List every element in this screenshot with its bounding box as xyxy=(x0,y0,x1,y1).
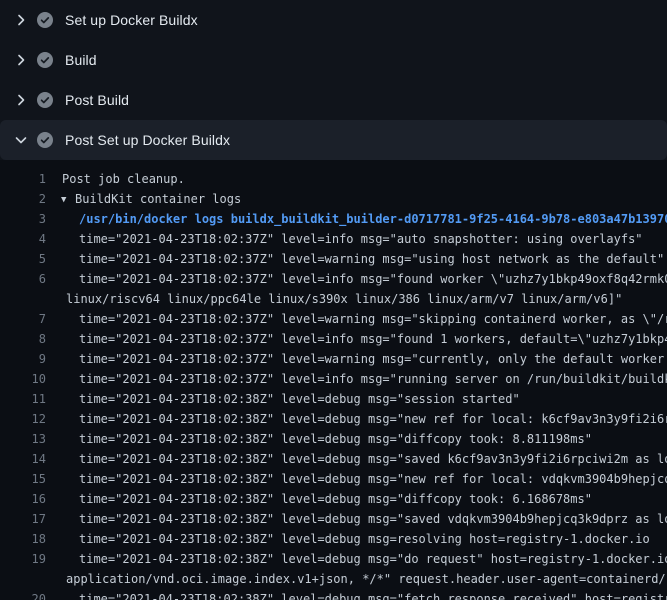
step-label: Post Build xyxy=(65,92,129,108)
line-number[interactable] xyxy=(0,289,46,309)
line-number[interactable]: 1 xyxy=(0,169,46,189)
log-text: time="2021-04-23T18:02:37Z" level=info m… xyxy=(79,229,643,249)
log-line: 15 time="2021-04-23T18:02:38Z" level=deb… xyxy=(0,469,667,489)
line-number[interactable]: 16 xyxy=(0,489,46,509)
chevron-down-icon xyxy=(13,132,29,148)
log-text: time="2021-04-23T18:02:38Z" level=debug … xyxy=(79,429,592,449)
log-text: time="2021-04-23T18:02:37Z" level=warnin… xyxy=(79,349,667,369)
chevron-right-icon xyxy=(13,52,29,68)
check-circle-icon xyxy=(37,12,53,28)
line-number[interactable]: 12 xyxy=(0,409,46,429)
log-text: Post job cleanup. xyxy=(62,169,185,189)
check-circle-icon xyxy=(37,92,53,108)
log-line: 3 /usr/bin/docker logs buildx_buildkit_b… xyxy=(0,209,667,229)
log-area: 1 Post job cleanup. 2 ▼BuildKit containe… xyxy=(0,160,667,600)
log-text: time="2021-04-23T18:02:37Z" level=info m… xyxy=(79,369,667,389)
chevron-right-icon xyxy=(13,92,29,108)
line-number[interactable]: 17 xyxy=(0,509,46,529)
line-number[interactable]: 10 xyxy=(0,369,46,389)
log-line: 6 time="2021-04-23T18:02:37Z" level=info… xyxy=(0,269,667,289)
log-line: 7 time="2021-04-23T18:02:37Z" level=warn… xyxy=(0,309,667,329)
line-number[interactable]: 14 xyxy=(0,449,46,469)
line-number[interactable]: 4 xyxy=(0,229,46,249)
log-line: 16 time="2021-04-23T18:02:38Z" level=deb… xyxy=(0,489,667,509)
log-text: /usr/bin/docker logs buildx_buildkit_bui… xyxy=(79,209,667,229)
log-text: time="2021-04-23T18:02:38Z" level=debug … xyxy=(79,469,667,489)
log-text: time="2021-04-23T18:02:38Z" level=debug … xyxy=(79,509,667,529)
log-text: time="2021-04-23T18:02:38Z" level=debug … xyxy=(79,489,592,509)
log-line: 17 time="2021-04-23T18:02:38Z" level=deb… xyxy=(0,509,667,529)
line-number[interactable] xyxy=(0,569,46,589)
line-number[interactable]: 18 xyxy=(0,529,46,549)
line-number[interactable]: 8 xyxy=(0,329,46,349)
log-line: 20 time="2021-04-23T18:02:38Z" level=deb… xyxy=(0,589,667,600)
log-text: time="2021-04-23T18:02:38Z" level=debug … xyxy=(79,389,520,409)
line-number[interactable]: 7 xyxy=(0,309,46,329)
steps-list: Set up Docker Buildx Build xyxy=(0,0,667,160)
log-text: time="2021-04-23T18:02:38Z" level=debug … xyxy=(79,449,667,469)
log-line: 9 time="2021-04-23T18:02:37Z" level=warn… xyxy=(0,349,667,369)
log-line: 14 time="2021-04-23T18:02:38Z" level=deb… xyxy=(0,449,667,469)
line-number[interactable]: 6 xyxy=(0,269,46,289)
log-text: time="2021-04-23T18:02:38Z" level=debug … xyxy=(79,409,667,429)
log-text: ▼BuildKit container logs xyxy=(61,189,241,209)
line-number[interactable]: 2 xyxy=(0,189,46,209)
step-row-set-up-docker-buildx[interactable]: Set up Docker Buildx xyxy=(0,0,667,40)
line-number[interactable]: 13 xyxy=(0,429,46,449)
step-row-build[interactable]: Build xyxy=(0,40,667,80)
step-row-post-set-up-docker-buildx[interactable]: Post Set up Docker Buildx xyxy=(0,120,667,160)
log-line: 4 time="2021-04-23T18:02:37Z" level=info… xyxy=(0,229,667,249)
log-line: 18 time="2021-04-23T18:02:38Z" level=deb… xyxy=(0,529,667,549)
line-number[interactable]: 11 xyxy=(0,389,46,409)
log-text: time="2021-04-23T18:02:37Z" level=info m… xyxy=(79,269,667,289)
line-number[interactable]: 19 xyxy=(0,549,46,569)
log-text: time="2021-04-23T18:02:38Z" level=debug … xyxy=(79,549,667,569)
line-number[interactable]: 20 xyxy=(0,589,46,600)
log-line: 10 time="2021-04-23T18:02:37Z" level=inf… xyxy=(0,369,667,389)
line-number[interactable]: 5 xyxy=(0,249,46,269)
line-number[interactable]: 9 xyxy=(0,349,46,369)
log-line: 11 time="2021-04-23T18:02:38Z" level=deb… xyxy=(0,389,667,409)
log-text: application/vnd.oci.image.index.v1+json,… xyxy=(66,569,667,589)
line-number[interactable]: 15 xyxy=(0,469,46,489)
log-line: 1 Post job cleanup. xyxy=(0,169,667,189)
log-line: 12 time="2021-04-23T18:02:38Z" level=deb… xyxy=(0,409,667,429)
log-text: time="2021-04-23T18:02:37Z" level=warnin… xyxy=(79,249,664,269)
log-line: 2 ▼BuildKit container logs xyxy=(0,189,667,209)
step-label: Set up Docker Buildx xyxy=(65,12,198,28)
log-line: application/vnd.oci.image.index.v1+json,… xyxy=(0,569,667,589)
log-group-caret-down-icon[interactable]: ▼ xyxy=(61,190,75,210)
log-line: 19 time="2021-04-23T18:02:38Z" level=deb… xyxy=(0,549,667,569)
log-line: 13 time="2021-04-23T18:02:38Z" level=deb… xyxy=(0,429,667,449)
log-text: time="2021-04-23T18:02:38Z" level=debug … xyxy=(79,529,650,549)
log-line: linux/riscv64 linux/ppc64le linux/s390x … xyxy=(0,289,667,309)
step-label: Post Set up Docker Buildx xyxy=(65,132,230,148)
log-line: 5 time="2021-04-23T18:02:37Z" level=warn… xyxy=(0,249,667,269)
log-text: time="2021-04-23T18:02:37Z" level=warnin… xyxy=(79,309,667,329)
check-circle-icon xyxy=(37,52,53,68)
step-row-post-build[interactable]: Post Build xyxy=(0,80,667,120)
chevron-right-icon xyxy=(13,12,29,28)
log-group-title: BuildKit container logs xyxy=(75,192,241,206)
line-number[interactable]: 3 xyxy=(0,209,46,229)
step-label: Build xyxy=(65,52,97,68)
log-text: time="2021-04-23T18:02:38Z" level=debug … xyxy=(79,589,667,600)
log-line: 8 time="2021-04-23T18:02:37Z" level=info… xyxy=(0,329,667,349)
log-text: linux/riscv64 linux/ppc64le linux/s390x … xyxy=(66,289,622,309)
check-circle-icon xyxy=(37,132,53,148)
log-text: time="2021-04-23T18:02:37Z" level=info m… xyxy=(79,329,667,349)
